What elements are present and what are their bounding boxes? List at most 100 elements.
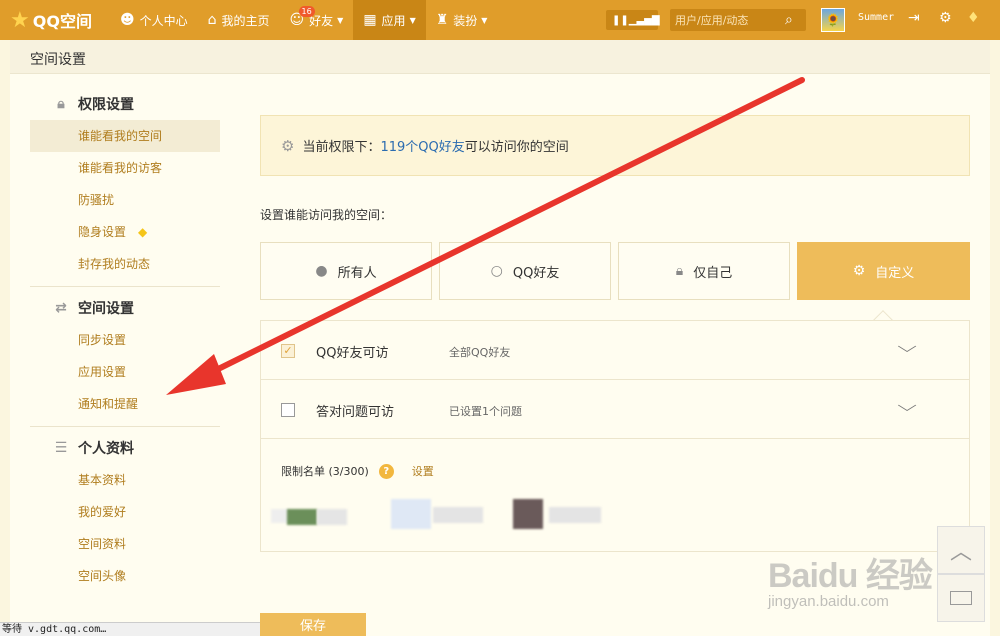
top-nav: ★ QQ空间 ☻ 个人中心 ⌂ 我的主页 ☺ 16 好友 ▼ ▦ 应用 ▼ ♜ … (0, 0, 1000, 40)
scroll-to-top-button[interactable]: ︿ (937, 526, 985, 574)
sidebar-item-who-can-view[interactable]: 谁能看我的空间 (30, 120, 220, 152)
nav-friends[interactable]: ☺ 16 好友 ▼ (280, 0, 354, 40)
option-only-me[interactable]: 🔒︎ 仅自己 (618, 242, 790, 300)
sidebar-item-hobbies[interactable]: 我的爱好 (30, 496, 220, 528)
feedback-button[interactable] (937, 574, 985, 622)
qzone-logo[interactable]: ★ QQ空间 (0, 0, 110, 40)
signal-bars-icon: ▁▃▅▇ (628, 14, 660, 26)
sidebar-item-notifications[interactable]: 通知和提醒 (30, 388, 220, 420)
section-profile: ☰ 个人资料 (52, 438, 134, 458)
browser-status-bar: 等待 v.gdt.qq.com… (0, 622, 260, 636)
nav-apps[interactable]: ▦ 应用 ▼ (353, 0, 426, 40)
logo-text: QQ空间 (32, 12, 92, 31)
rule-label: 答对问题可访 (316, 405, 395, 420)
shirt-icon: ♜ (435, 12, 449, 28)
option-label: QQ好友 (512, 265, 560, 281)
sidebar-item-app-settings[interactable]: 应用设置 (30, 356, 220, 388)
blurred-friend-avatar (513, 499, 543, 529)
divider (30, 286, 220, 287)
nav-label: 装扮 (453, 13, 478, 28)
blurred-friend-name (433, 507, 483, 523)
section-space: ⇄ 空间设置 (52, 298, 134, 318)
permission-notice: ⚙ 当前权限下： 119个QQ好友 可以访问你的空间 (260, 115, 970, 176)
sidebar-item-label: 隐身设置 (78, 225, 127, 239)
sidebar-item-sync[interactable]: 同步设置 (30, 324, 220, 356)
friend-icon: ○ (490, 263, 503, 279)
rule-checkbox[interactable] (281, 403, 295, 417)
divider (30, 426, 220, 427)
section-title: 权限设置 (78, 97, 134, 113)
username[interactable]: Summer (858, 12, 894, 23)
option-everyone[interactable]: ● 所有人 (260, 242, 432, 300)
person-icon: ☻ (120, 12, 135, 28)
custom-settings-panel: ✓ QQ好友可访 全部QQ好友 ⌵ 答对问题可访 已设置1个问题 ⌵ 限制名单 … (260, 320, 970, 552)
nav-label: 个人中心 (139, 13, 188, 28)
option-label: 自定义 (875, 265, 915, 281)
rule-label: QQ好友可访 (316, 346, 389, 361)
lock-icon: 🔒︎ (675, 263, 684, 279)
sidebar-item-anti-harass[interactable]: 防骚扰 (30, 184, 220, 216)
blurred-friend-avatar (287, 509, 317, 525)
gear-icon[interactable]: ⚙ (939, 10, 952, 26)
sidebar-item-invisible[interactable]: 隐身设置 ◆ (30, 216, 220, 248)
sidebar-item-basic-info[interactable]: 基本资料 (30, 464, 220, 496)
chevron-down-icon[interactable]: ⌵ (897, 337, 916, 357)
option-label: 仅自己 (693, 265, 733, 281)
window-icon (950, 591, 972, 605)
diamond-icon: ◆ (138, 225, 148, 239)
help-icon[interactable]: ? (378, 463, 394, 479)
limit-label: 限制名单 (3/300) (281, 465, 369, 478)
nav-decorate[interactable]: ♜ 装扮 ▼ (426, 0, 498, 40)
caret-down-icon: ▼ (409, 15, 416, 25)
gear-icon: ⚙ (852, 263, 866, 279)
globe-icon: ● (315, 263, 328, 279)
notice-prefix: 当前权限下： (302, 140, 381, 155)
rule-qq-friends-row[interactable]: ✓ QQ好友可访 全部QQ好友 ⌵ (261, 321, 969, 380)
limit-settings-link[interactable]: 设置 (412, 463, 434, 479)
pause-signal-widget[interactable]: ❚❚ ▁▃▅▇ (606, 10, 660, 30)
section-title: 空间设置 (78, 301, 134, 317)
home-icon: ⌂ (207, 12, 217, 28)
sidebar-item-view-visitors[interactable]: 谁能看我的访客 (30, 152, 220, 184)
friends-count-badge: 16 (298, 6, 315, 17)
avatar[interactable]: 🌻 (821, 8, 845, 32)
save-button[interactable]: 保存 (260, 613, 366, 636)
nav-personal-center[interactable]: ☻ 个人中心 (110, 0, 198, 40)
sidebar-item-space-avatar[interactable]: 空间头像 (30, 560, 220, 592)
pause-icon: ❚❚ (612, 14, 629, 26)
nav-my-homepage[interactable]: ⌂ 我的主页 (198, 0, 280, 40)
profile-icon: ☰ (54, 440, 68, 456)
rule-desc: 已设置1个问题 (449, 405, 522, 418)
caret-down-icon: ▼ (337, 15, 344, 25)
search-icon[interactable]: ⌕ (785, 12, 793, 28)
rule-checkbox[interactable]: ✓ (281, 344, 295, 358)
notice-friend-count: 119个QQ好友 (380, 140, 465, 155)
option-custom[interactable]: ⚙ 自定义 (797, 242, 970, 300)
lock-icon: 🔒︎ (57, 96, 65, 112)
option-label: 所有人 (337, 265, 377, 281)
qzone-star-icon: ★ (10, 7, 30, 33)
diamond-icon[interactable]: ♦ (967, 10, 980, 26)
blurred-friend-avatar (391, 499, 431, 529)
access-prompt: 设置谁能访问我的空间： (260, 208, 393, 222)
section-permissions: 🔒︎ 权限设置 (52, 94, 134, 114)
notice-suffix: 可以访问你的空间 (464, 140, 569, 155)
option-qq-friends[interactable]: ○ QQ好友 (439, 242, 611, 300)
caret-down-icon: ▼ (481, 15, 488, 25)
sidebar-item-space-info[interactable]: 空间资料 (30, 528, 220, 560)
chevron-up-icon: ︿ (949, 540, 972, 565)
blurred-friend-name (317, 509, 347, 525)
search-input[interactable] (675, 13, 785, 27)
limit-list-header: 限制名单 (3/300) ? 设置 (281, 463, 434, 479)
rule-question-row[interactable]: 答对问题可访 已设置1个问题 ⌵ (261, 380, 969, 439)
logout-icon[interactable]: ⇥ (908, 10, 920, 26)
blurred-friend-name (549, 507, 601, 523)
grid-icon: ▦ (363, 12, 377, 28)
nav-label: 我的主页 (221, 13, 270, 28)
content-area: 🔒︎ 权限设置 谁能看我的空间 谁能看我的访客 防骚扰 隐身设置 ◆ 封存我的动态… (10, 74, 990, 636)
page-header: 空间设置 (10, 40, 990, 74)
gear-icon: ⚙ (281, 136, 295, 155)
search-box: ⌕ (670, 9, 806, 31)
sidebar-item-archive[interactable]: 封存我的动态 (30, 248, 220, 280)
chevron-down-icon[interactable]: ⌵ (897, 396, 916, 416)
